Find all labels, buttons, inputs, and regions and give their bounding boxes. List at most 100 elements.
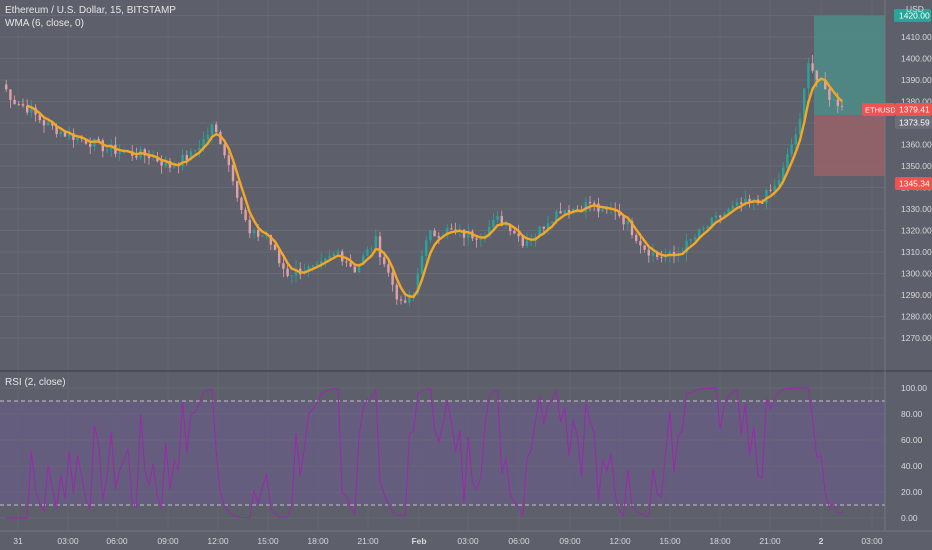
candle-body: [450, 228, 453, 230]
candle-body: [719, 215, 722, 218]
price-tick-label: 1290.00: [901, 290, 932, 300]
candle-body: [492, 219, 495, 227]
candle-body: [181, 154, 184, 167]
candle-body: [786, 154, 789, 168]
trading-chart[interactable]: 1410.001400.001390.001380.001370.001360.…: [0, 0, 932, 550]
price-tick-label: 1350.00: [901, 161, 932, 171]
time-tick-label: 12:00: [207, 536, 229, 546]
candle-body: [693, 237, 697, 240]
entry-price-tag: 1373.59: [895, 116, 932, 129]
candle-body: [706, 226, 709, 229]
candle-body: [643, 245, 646, 250]
candle-body: [651, 252, 655, 256]
candle-body: [336, 251, 340, 254]
candle-body: [513, 231, 516, 234]
candle-body: [17, 104, 20, 106]
time-tick-label: 15:00: [257, 536, 279, 546]
time-tick-label: 31: [13, 536, 23, 546]
candle-body: [551, 221, 554, 224]
candle-body: [391, 272, 394, 285]
candle-body: [811, 63, 814, 71]
candle-body: [761, 203, 764, 204]
candle-body: [21, 104, 25, 106]
candle-body: [429, 230, 432, 241]
candle-body: [244, 209, 247, 220]
profit-zone[interactable]: [814, 15, 885, 116]
candle-body: [714, 215, 718, 218]
candle-body: [97, 138, 100, 141]
candle-body: [563, 210, 566, 214]
candle-body: [647, 249, 650, 256]
candle-body: [496, 216, 499, 220]
candle-body: [210, 124, 214, 135]
loss-zone[interactable]: [814, 115, 885, 177]
candle-body: [790, 144, 793, 155]
candle-body: [248, 219, 251, 234]
wma-legend[interactable]: WMA (6, close, 0): [5, 18, 84, 29]
rsi-tick-label: 40.00: [901, 461, 923, 471]
candle-body: [559, 211, 562, 214]
stop-price-tag: 1345.34: [895, 177, 932, 190]
candle-body: [5, 84, 8, 90]
candle-body: [425, 240, 428, 257]
time-tick-label: 03:00: [57, 536, 79, 546]
candle-body: [828, 89, 831, 100]
candle-body: [236, 181, 239, 198]
candle-body: [420, 256, 424, 274]
candle-body: [689, 239, 692, 241]
candle-body: [282, 263, 285, 269]
candle-body: [807, 63, 810, 89]
rsi-legend[interactable]: RSI (2, close): [5, 377, 66, 388]
candle-body: [59, 131, 62, 135]
candle-body: [231, 165, 235, 182]
candle-body: [639, 240, 642, 246]
candle-body: [840, 106, 844, 107]
candle-body: [374, 236, 377, 250]
candle-body: [395, 284, 398, 300]
candle-body: [437, 236, 440, 238]
candle-body: [735, 202, 739, 206]
candle-body: [378, 236, 382, 258]
price-tick-label: 1300.00: [901, 269, 932, 279]
candle-body: [836, 99, 839, 107]
candle-body: [479, 239, 482, 241]
candle-body: [160, 161, 163, 166]
candle-body: [105, 149, 109, 152]
candle-body: [252, 229, 256, 234]
candle-body: [135, 155, 138, 158]
candle-body: [286, 268, 289, 277]
candle-body: [173, 165, 176, 168]
time-tick-label: 21:00: [357, 536, 379, 546]
candle-body: [832, 99, 835, 101]
symbol-title[interactable]: Ethereum / U.S. Dollar, 15, BITSTAMP: [5, 5, 176, 16]
rsi-band: [0, 401, 885, 505]
candle-body: [13, 99, 16, 105]
candle-body: [387, 264, 390, 273]
rsi-tick-label: 20.00: [901, 487, 923, 497]
candle-body: [240, 197, 243, 210]
time-tick-label: 06:00: [106, 536, 128, 546]
rsi-tick-label: 100.00: [901, 383, 927, 393]
rsi-tick-label: 60.00: [901, 435, 923, 445]
time-tick-label: 03:00: [861, 536, 883, 546]
time-tick-label: 06:00: [508, 536, 530, 546]
price-tick-label: 1390.00: [901, 75, 932, 85]
candle-body: [290, 275, 293, 277]
rsi-tick-label: 80.00: [901, 409, 923, 419]
candle-body: [740, 202, 743, 205]
candle-body: [223, 144, 226, 156]
candle-body: [542, 226, 545, 229]
candle-body: [261, 235, 264, 237]
candle-body: [475, 238, 478, 240]
currency-label: USD: [906, 4, 924, 14]
candle-body: [635, 234, 638, 241]
time-tick-label: 12:00: [609, 536, 631, 546]
candle-body: [273, 244, 277, 250]
current-price-text: 1379.41: [899, 105, 930, 115]
candle-body: [311, 265, 314, 267]
long-position-tool[interactable]: [814, 15, 885, 177]
candle-body: [353, 266, 356, 273]
candle-body: [9, 89, 12, 100]
candle-body: [89, 143, 92, 147]
candle-body: [517, 233, 520, 237]
